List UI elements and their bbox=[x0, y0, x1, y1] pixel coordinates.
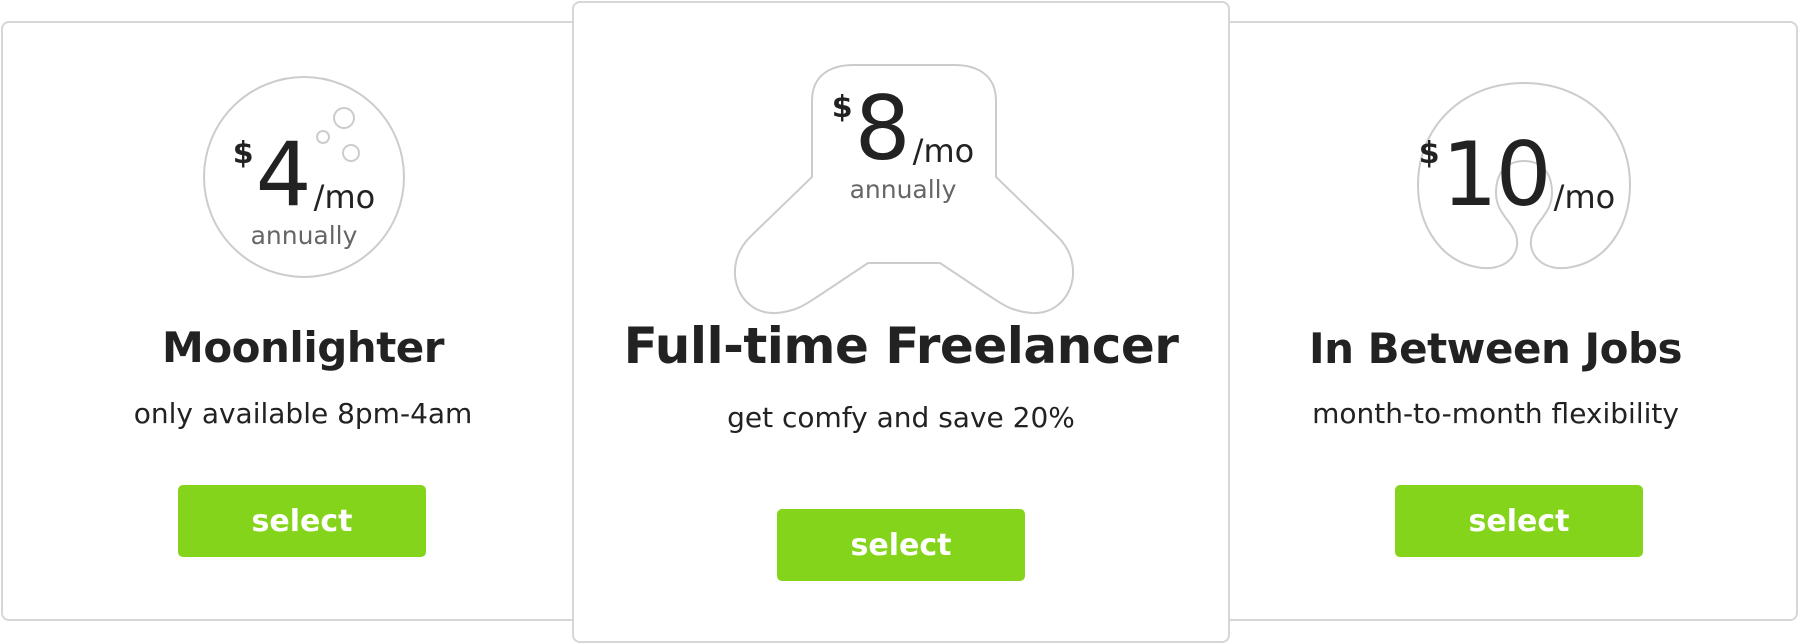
price-period: /mo bbox=[1553, 177, 1616, 216]
price-amount: 10 bbox=[1441, 123, 1552, 226]
plan-card-moonlighter: $ 4 /mo annually Moonlighter only availa… bbox=[1, 21, 603, 621]
plan-name: Full-time Freelancer bbox=[623, 317, 1179, 375]
price-currency: $ bbox=[232, 136, 254, 171]
price-period: /mo bbox=[912, 131, 975, 170]
pricing-table: $ 4 /mo annually Moonlighter only availa… bbox=[0, 0, 1800, 644]
plan-card-in-between-jobs: $ 10 /mo In Between Jobs month-to-month … bbox=[1195, 21, 1798, 621]
price-currency: $ bbox=[1418, 136, 1440, 171]
price: $ 8 /mo bbox=[773, 77, 1033, 180]
price-currency: $ bbox=[831, 90, 853, 125]
plan-card-full-time-freelancer: $ 8 /mo annually Full-time Freelancer ge… bbox=[572, 1, 1230, 643]
price-period: /mo bbox=[313, 177, 376, 216]
plan-name: In Between Jobs bbox=[1308, 324, 1683, 373]
plan-tagline: get comfy and save 20% bbox=[727, 401, 1075, 434]
price: $ 4 /mo bbox=[174, 123, 434, 226]
select-button-in-between-jobs[interactable]: select bbox=[1395, 485, 1643, 557]
plan-tagline: only available 8pm-4am bbox=[133, 397, 473, 430]
billing-term: annually bbox=[849, 175, 957, 204]
price-amount: 8 bbox=[854, 77, 911, 180]
billing-term: annually bbox=[250, 221, 358, 250]
select-button-full-time-freelancer[interactable]: select bbox=[777, 509, 1025, 581]
price-amount: 4 bbox=[255, 123, 312, 226]
plan-tagline: month-to-month flexibility bbox=[1312, 397, 1679, 430]
plan-name: Moonlighter bbox=[162, 323, 444, 372]
price: $ 10 /mo bbox=[1387, 123, 1647, 226]
select-button-moonlighter[interactable]: select bbox=[178, 485, 426, 557]
